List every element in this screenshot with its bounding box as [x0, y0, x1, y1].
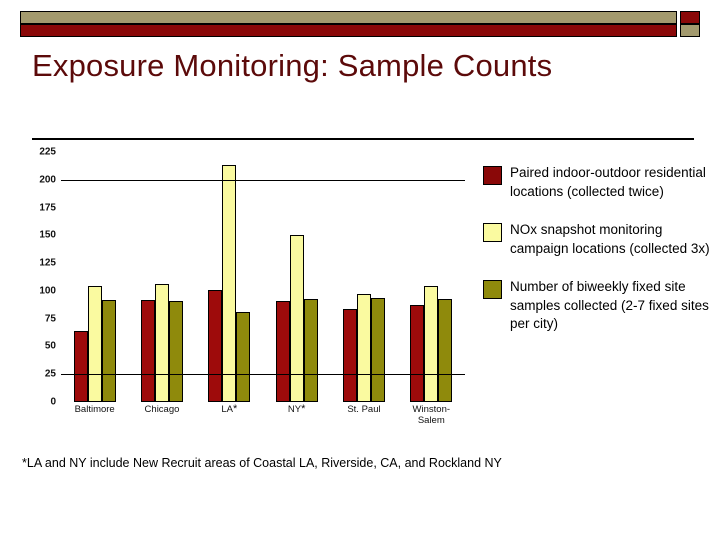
chart-x-axis-labels: Baltimore Chicago LA* NY* St. Paul Winston-Sa…	[61, 404, 465, 440]
bar	[410, 305, 425, 402]
chart-legend: Paired indoor-outdoor residential locati…	[483, 164, 715, 354]
chart-y-axis: 0 25 50 75 100 125 150 175 200 225	[14, 147, 56, 408]
bar-chart: 0 25 50 75 100 125 150 175 200 225 Baltimore Chica…	[14, 147, 466, 442]
y-axis-tick-label: 200	[39, 174, 56, 186]
x-axis-category-text: St. Paul	[347, 404, 381, 415]
bar-group	[133, 152, 191, 402]
x-axis-category-label: Winston-Salem	[402, 404, 460, 440]
x-axis-category-label: Baltimore	[66, 404, 124, 440]
y-axis-tick-label: 175	[39, 202, 56, 214]
decorative-header-bar	[20, 11, 700, 37]
bar-group	[335, 152, 393, 402]
bar	[236, 312, 251, 402]
chart-gridline	[61, 374, 465, 376]
y-axis-tick-label: 25	[44, 368, 56, 380]
bar	[275, 300, 290, 402]
x-axis-category-label: NY*	[268, 404, 326, 440]
bar	[73, 330, 88, 402]
bar	[87, 286, 102, 402]
legend-row: NOx snapshot monitoring campaign locatio…	[483, 221, 715, 258]
bar	[154, 284, 169, 402]
bar	[222, 165, 237, 402]
bar	[101, 299, 116, 402]
footnote-asterisk-icon: *	[232, 403, 238, 415]
bar-group	[200, 152, 258, 402]
y-axis-tick-label: 0	[50, 396, 56, 408]
bar	[289, 235, 304, 402]
deco-bar-top-olive	[20, 11, 677, 24]
y-axis-tick-label: 225	[39, 146, 56, 158]
deco-cap-top-maroon	[680, 11, 700, 24]
footnote-asterisk-icon: *	[301, 403, 306, 415]
legend-label: NOx snapshot monitoring campaign locatio…	[510, 222, 710, 256]
legend-label: Paired indoor-outdoor residential locati…	[510, 165, 706, 199]
title-underline-rule	[32, 138, 694, 140]
bar	[424, 286, 439, 402]
bar	[438, 298, 453, 402]
x-axis-category-text: NY	[287, 404, 302, 415]
y-axis-tick-label: 150	[39, 229, 56, 241]
x-axis-category-text: Winston-Salem	[412, 404, 451, 426]
deco-bar-bottom-maroon	[20, 24, 677, 37]
legend-label: Number of biweekly fixed site samples co…	[510, 279, 709, 331]
bar-group	[402, 152, 460, 402]
bar	[370, 297, 385, 402]
page-title: Exposure Monitoring: Sample Counts	[32, 48, 553, 83]
legend-swatch-icon	[483, 280, 502, 299]
x-axis-category-text: Baltimore	[74, 404, 115, 415]
legend-row: Number of biweekly fixed site samples co…	[483, 278, 715, 334]
bar-group	[66, 152, 124, 402]
x-axis-category-text: Chicago	[144, 404, 180, 415]
bar	[342, 308, 357, 402]
y-axis-tick-label: 75	[44, 313, 56, 325]
x-axis-category-label: LA*	[200, 404, 258, 440]
y-axis-tick-label: 50	[44, 340, 56, 352]
legend-swatch-icon	[483, 166, 502, 185]
x-axis-category-label: Chicago	[133, 404, 191, 440]
footnote: *LA and NY include New Recruit areas of …	[22, 456, 502, 470]
x-axis-category-text: LA	[221, 404, 233, 415]
chart-plot-area	[61, 152, 465, 402]
x-axis-category-label: St. Paul	[335, 404, 393, 440]
legend-row: Paired indoor-outdoor residential locati…	[483, 164, 715, 201]
legend-swatch-icon	[483, 223, 502, 242]
y-axis-tick-label: 100	[39, 285, 56, 297]
chart-bar-groups	[61, 152, 465, 402]
bar	[303, 298, 318, 402]
bar	[168, 300, 183, 402]
bar	[356, 294, 371, 402]
chart-gridline	[61, 179, 465, 181]
bar	[140, 299, 155, 402]
y-axis-tick-label: 125	[39, 257, 56, 269]
bar-group	[268, 152, 326, 402]
bar	[208, 289, 223, 402]
deco-cap-bottom-olive	[680, 24, 700, 37]
